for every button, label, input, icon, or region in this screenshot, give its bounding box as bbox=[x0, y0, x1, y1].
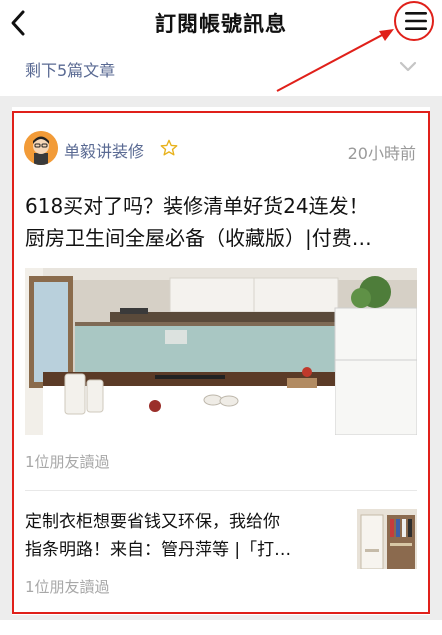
card-highlight-box bbox=[12, 111, 430, 614]
remaining-articles-label: 剩下5篇文章 bbox=[25, 61, 116, 80]
next-card-edge bbox=[0, 620, 442, 635]
menu-highlight-circle bbox=[394, 1, 434, 41]
page-title: 訂閱帳號訊息 bbox=[155, 12, 287, 36]
chevron-down-icon[interactable] bbox=[398, 60, 418, 74]
nav-bar: 訂閱帳號訊息 bbox=[0, 0, 442, 46]
remaining-articles-bar[interactable]: 剩下5篇文章 bbox=[0, 46, 442, 96]
